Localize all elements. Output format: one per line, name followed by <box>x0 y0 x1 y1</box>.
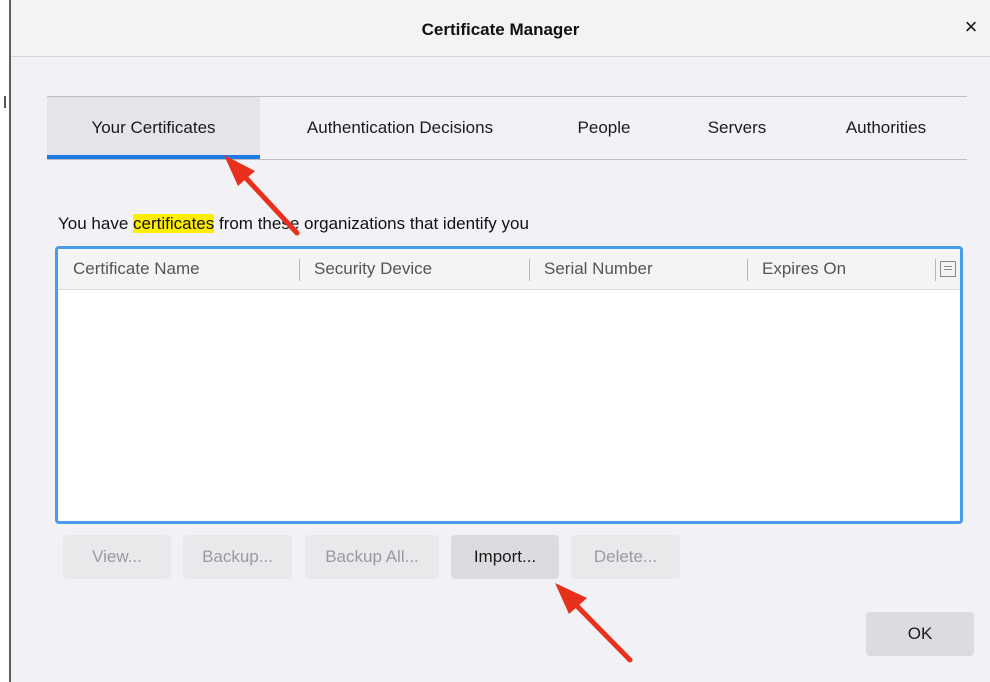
column-header-expires-on[interactable]: Expires On <box>762 249 846 289</box>
tab-authorities[interactable]: Authorities <box>806 97 966 159</box>
column-separator[interactable] <box>935 259 936 281</box>
certificate-manager-dialog: Certificate Manager × Your Certificates … <box>11 0 990 682</box>
certificates-table[interactable]: Certificate Name Security Device Serial … <box>55 246 963 524</box>
table-header: Certificate Name Security Device Serial … <box>58 249 960 290</box>
dialog-title: Certificate Manager <box>421 20 580 39</box>
column-picker-icon[interactable] <box>940 261 956 277</box>
info-text-before: You have <box>58 214 133 233</box>
tab-authentication-decisions[interactable]: Authentication Decisions <box>271 97 529 159</box>
backup-button[interactable]: Backup... <box>183 535 292 579</box>
tab-your-certificates[interactable]: Your Certificates <box>47 97 260 159</box>
tab-people[interactable]: People <box>559 97 649 159</box>
view-button[interactable]: View... <box>63 535 171 579</box>
column-separator[interactable] <box>299 259 300 281</box>
background-window-edge <box>0 0 11 682</box>
page: Certificate Manager × Your Certificates … <box>0 0 990 682</box>
close-icon[interactable]: × <box>960 15 982 39</box>
title-bar: Certificate Manager × <box>11 0 990 57</box>
table-body <box>58 290 960 521</box>
column-header-serial-number[interactable]: Serial Number <box>544 249 653 289</box>
info-text-highlight: certificates <box>133 214 215 233</box>
backup-all-button[interactable]: Backup All... <box>305 535 439 579</box>
column-separator[interactable] <box>529 259 530 281</box>
ok-button[interactable]: OK <box>866 612 974 656</box>
column-header-certificate-name[interactable]: Certificate Name <box>73 249 200 289</box>
tabs-bottom-border <box>47 159 967 160</box>
delete-button[interactable]: Delete... <box>571 535 680 579</box>
info-text: You have certificates from these organiz… <box>58 214 529 234</box>
column-separator[interactable] <box>747 259 748 281</box>
background-window-mark <box>4 96 6 108</box>
tab-servers[interactable]: Servers <box>691 97 783 159</box>
column-header-security-device[interactable]: Security Device <box>314 249 432 289</box>
info-text-after: from these organizations that identify y… <box>214 214 529 233</box>
import-button[interactable]: Import... <box>451 535 559 579</box>
